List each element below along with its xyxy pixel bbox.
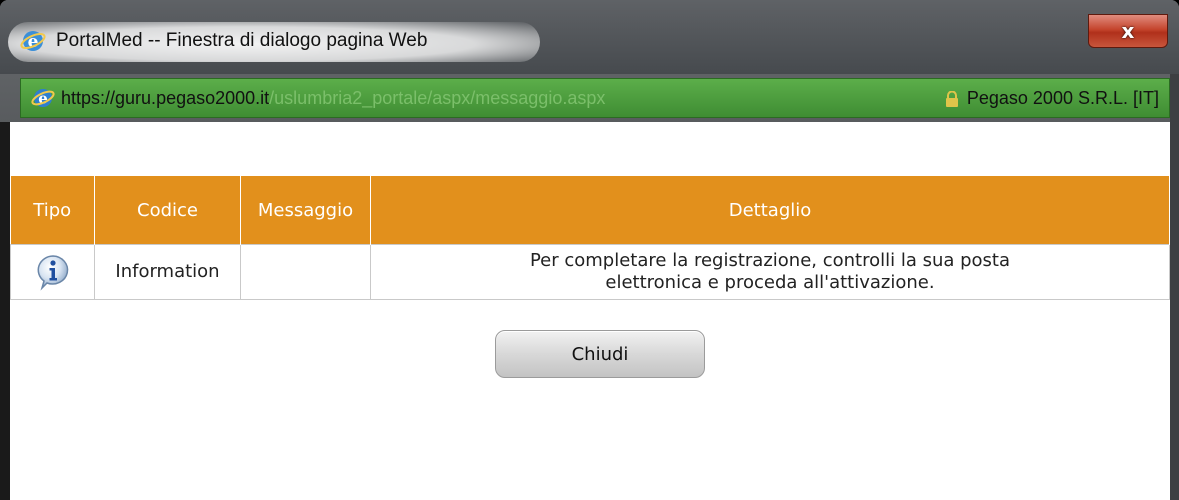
url-prefix: https://guru. bbox=[61, 88, 157, 108]
dialog-content: Tipo Codice Messaggio Dettaglio Informat… bbox=[10, 122, 1170, 500]
header-dettaglio: Dettaglio bbox=[370, 176, 1170, 245]
info-icon bbox=[37, 255, 68, 291]
header-tipo: Tipo bbox=[10, 176, 95, 245]
url-domain: pegaso2000.it bbox=[156, 88, 270, 108]
cell-tipo bbox=[10, 244, 95, 300]
window-right-border bbox=[1170, 74, 1179, 500]
header-codice: Codice bbox=[94, 176, 241, 245]
chiudi-button[interactable]: Chiudi bbox=[495, 330, 705, 378]
header-messaggio: Messaggio bbox=[240, 176, 371, 245]
title-bar[interactable]: e PortalMed -- Finestra di dialogo pagin… bbox=[0, 0, 1179, 74]
url-text[interactable]: https://guru.pegaso2000.it/uslumbria2_po… bbox=[61, 88, 605, 109]
cell-dettaglio: Per completare la registrazione, control… bbox=[370, 244, 1170, 300]
lock-icon bbox=[945, 90, 958, 107]
close-window-button[interactable]: x bbox=[1088, 14, 1168, 48]
window-title: PortalMed -- Finestra di dialogo pagina … bbox=[56, 30, 428, 51]
table-header-row: Tipo Codice Messaggio Dettaglio bbox=[10, 176, 1170, 245]
cell-codice: Information bbox=[94, 244, 241, 300]
window-left-border bbox=[0, 122, 10, 500]
internet-explorer-icon: e bbox=[31, 89, 55, 108]
internet-explorer-icon: e bbox=[20, 31, 46, 52]
table-row: Information Per completare la registrazi… bbox=[10, 244, 1170, 300]
security-certificate[interactable]: Pegaso 2000 S.R.L. [IT] bbox=[945, 88, 1159, 109]
dialog-window: e PortalMed -- Finestra di dialogo pagin… bbox=[0, 0, 1179, 500]
cell-messaggio bbox=[240, 244, 371, 300]
certificate-label: Pegaso 2000 S.R.L. [IT] bbox=[966, 88, 1159, 108]
close-icon: x bbox=[1121, 19, 1135, 43]
url-path: /uslumbria2_portale/aspx/messaggio.aspx bbox=[269, 88, 606, 108]
address-bar[interactable]: e https://guru.pegaso2000.it/uslumbria2_… bbox=[20, 78, 1170, 118]
message-table: Tipo Codice Messaggio Dettaglio Informat… bbox=[10, 176, 1170, 300]
